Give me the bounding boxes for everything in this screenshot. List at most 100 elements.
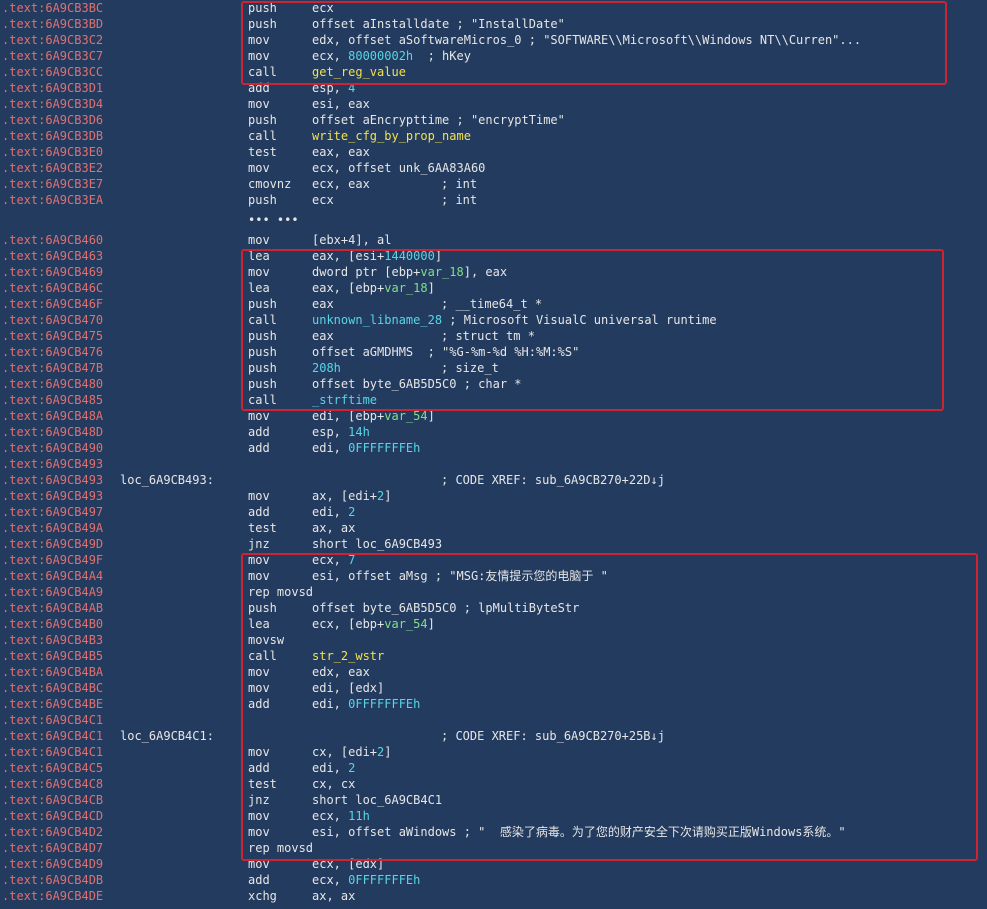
- instruction-mnemonic: add: [248, 873, 270, 887]
- instruction-operands: [ebx+4], al: [312, 232, 391, 248]
- line-address: .text:6A9CB46C: [2, 281, 104, 295]
- listing-line[interactable]: ••• •••: [0, 212, 987, 228]
- instruction-mnemonic: cmovnz: [248, 177, 292, 191]
- line-address: .text:6A9CB4BA: [2, 665, 104, 679]
- line-address: .text:6A9CB3BC: [2, 1, 104, 15]
- listing-line[interactable]: .text:6A9CB3E0 test eax, eax: [0, 144, 987, 160]
- instruction-operands: ax, ax: [312, 888, 355, 904]
- instruction-operands: esp, 14h: [312, 424, 370, 440]
- line-address: .text:6A9CB4B5: [2, 649, 104, 663]
- line-address: .text:6A9CB46F: [2, 297, 104, 311]
- operand-text: [ebx+4], al: [312, 233, 392, 247]
- line-address: .text:6A9CB4AB: [2, 601, 104, 615]
- instruction-operands: ecx, eax: [312, 176, 370, 192]
- listing-line[interactable]: .text:6A9CB4DB add ecx, 0FFFFFFFEh: [0, 872, 987, 888]
- instruction-mnemonic: add: [248, 441, 270, 455]
- highlight-box-message: [241, 553, 978, 861]
- listing-line[interactable]: .text:6A9CB3EA push ecx ; int: [0, 192, 987, 208]
- listing-line[interactable]: .text:6A9CB3E2 mov ecx, offset unk_6AA83A6…: [0, 160, 987, 176]
- line-address: .text:6A9CB48D: [2, 425, 104, 439]
- line-address: .text:6A9CB4D2: [2, 825, 104, 839]
- line-address: .text:6A9CB460: [2, 233, 104, 247]
- stack-variable[interactable]: var_54: [384, 409, 427, 423]
- line-address: .text:6A9CB469: [2, 265, 104, 279]
- listing-line[interactable]: .text:6A9CB493: [0, 456, 987, 472]
- listing-line[interactable]: .text:6A9CB493 loc_6A9CB493: ; CODE XREF: …: [0, 472, 987, 488]
- listing-line[interactable]: .text:6A9CB4DE xchg ax, ax: [0, 888, 987, 904]
- line-address: .text:6A9CB4DB: [2, 873, 104, 887]
- line-address: .text:6A9CB485: [2, 393, 104, 407]
- listing-line[interactable]: .text:6A9CB3E7 cmovnz ecx, eax ; int: [0, 176, 987, 192]
- operand-text: ecx: [312, 193, 334, 207]
- listing-line[interactable]: .text:6A9CB490 add edi, 0FFFFFFFEh: [0, 440, 987, 456]
- line-address: .text:6A9CB4DE: [2, 889, 104, 903]
- line-address: .text:6A9CB4BC: [2, 681, 104, 695]
- operand-text: ]: [427, 409, 435, 423]
- listing-line[interactable]: .text:6A9CB3D4 mov esi, eax: [0, 96, 987, 112]
- operand-text: edi,: [312, 505, 349, 519]
- operand-text: short loc_6A9CB493: [312, 537, 443, 551]
- line-address: .text:6A9CB4C1: [2, 745, 104, 759]
- instruction-mnemonic: test: [248, 145, 277, 159]
- line-address: .text:6A9CB47B: [2, 361, 104, 375]
- line-address: .text:6A9CB493: [2, 489, 104, 503]
- instruction-operands: esi, eax: [312, 96, 370, 112]
- listing-line[interactable]: .text:6A9CB460 mov [ebx+4], al: [0, 232, 987, 248]
- listing-line[interactable]: .text:6A9CB3DB call write_cfg_by_prop_name: [0, 128, 987, 144]
- line-address: .text:6A9CB476: [2, 345, 104, 359]
- instruction-operands: ecx: [312, 192, 334, 208]
- operand-text: offset aEncrypttime ; "encryptTime": [312, 113, 565, 127]
- code-label[interactable]: loc_6A9CB4C1:: [120, 728, 214, 744]
- line-address: .text:6A9CB48A: [2, 409, 104, 423]
- line-address: .text:6A9CB480: [2, 377, 104, 391]
- function-reference[interactable]: write_cfg_by_prop_name: [312, 129, 471, 143]
- numeric-constant: 0FFFFFFFEh: [348, 873, 421, 887]
- line-address: .text:6A9CB4C8: [2, 777, 104, 791]
- code-label[interactable]: loc_6A9CB493:: [120, 472, 214, 488]
- line-address: .text:6A9CB3DB: [2, 129, 104, 143]
- line-address: .text:6A9CB3E2: [2, 161, 104, 175]
- listing-line[interactable]: .text:6A9CB49A test ax, ax: [0, 520, 987, 536]
- line-address: .text:6A9CB3C7: [2, 49, 104, 63]
- instruction-operands: ecx, 0FFFFFFFEh: [312, 872, 420, 888]
- listing-line[interactable]: .text:6A9CB3D6 push offset aEncrypttime ; …: [0, 112, 987, 128]
- instruction-mnemonic: jnz: [248, 537, 270, 551]
- operand-text: ]: [384, 489, 392, 503]
- operand-text: eax, eax: [312, 145, 370, 159]
- instruction-operands: ax, ax: [312, 520, 355, 536]
- line-address: .text:6A9CB470: [2, 313, 104, 327]
- line-comment: ; int: [441, 177, 478, 191]
- line-address: .text:6A9CB475: [2, 329, 104, 343]
- listing-line[interactable]: .text:6A9CB497 add edi, 2: [0, 504, 987, 520]
- operand-text: ecx, offset unk_6AA83A60: [312, 161, 486, 175]
- ellipsis-marker: ••• •••: [248, 213, 299, 227]
- operand-text: edi, [ebp+: [312, 409, 385, 423]
- operand-text: ax, ax: [312, 521, 356, 535]
- numeric-constant: 2: [348, 505, 356, 519]
- line-address: .text:6A9CB4BE: [2, 697, 104, 711]
- operand-text: ecx,: [312, 873, 349, 887]
- line-address: .text:6A9CB3E0: [2, 145, 104, 159]
- line-address: .text:6A9CB3EA: [2, 193, 104, 207]
- line-comment: ; CODE XREF: sub_6A9CB270+22D↓j: [441, 473, 665, 487]
- operand-text: ecx, eax: [312, 177, 370, 191]
- listing-line[interactable]: .text:6A9CB493 mov ax, [edi+2]: [0, 488, 987, 504]
- instruction-mnemonic: add: [248, 425, 270, 439]
- instruction-operands: offset aEncrypttime ; "encryptTime": [312, 112, 565, 128]
- line-address: .text:6A9CB3D1: [2, 81, 104, 95]
- line-address: .text:6A9CB4B3: [2, 633, 104, 647]
- instruction-operands: ecx, offset unk_6AA83A60: [312, 160, 485, 176]
- instruction-mnemonic: mov: [248, 233, 270, 247]
- highlight-box-strftime: [241, 249, 944, 411]
- line-address: .text:6A9CB497: [2, 505, 104, 519]
- operand-text: ax, [edi+: [312, 489, 378, 503]
- line-address: .text:6A9CB4C1: [2, 713, 104, 727]
- instruction-mnemonic: xchg: [248, 889, 277, 903]
- line-address: .text:6A9CB490: [2, 441, 104, 455]
- operand-text: esi, eax: [312, 97, 370, 111]
- line-address: .text:6A9CB3C2: [2, 33, 104, 47]
- listing-line[interactable]: .text:6A9CB49D jnz short loc_6A9CB493: [0, 536, 987, 552]
- line-address: .text:6A9CB4B0: [2, 617, 104, 631]
- listing-line[interactable]: .text:6A9CB48D add esp, 14h: [0, 424, 987, 440]
- line-address: .text:6A9CB3E7: [2, 177, 104, 191]
